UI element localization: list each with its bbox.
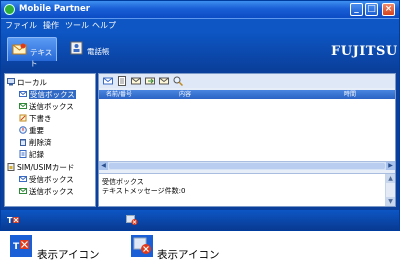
message-preview: 受信ボックス テキストメッセージ件数:0 ▲ ▼ <box>99 173 395 206</box>
tree-log[interactable]: 記録 <box>19 149 44 160</box>
important-icon <box>19 126 27 134</box>
scroll-up-icon[interactable]: ▲ <box>386 174 395 183</box>
search-icon[interactable] <box>173 76 183 86</box>
legend-label-2: 表示アイコン <box>157 249 220 261</box>
app-icon <box>4 4 15 15</box>
tree-drafts-label: 下書き <box>29 114 52 123</box>
menu-bar: ファイル 操作 ツール ヘルプ <box>1 18 399 32</box>
new-message-icon[interactable] <box>103 76 113 86</box>
vertical-scrollbar[interactable]: ▲ ▼ <box>385 174 395 206</box>
new-document-icon[interactable] <box>117 76 127 86</box>
drafts-icon <box>19 114 27 122</box>
maximize-button[interactable]: □ <box>365 3 378 16</box>
computer-icon <box>7 78 15 86</box>
trash-icon <box>20 139 26 146</box>
menu-operation[interactable]: 操作 <box>43 20 59 31</box>
tree-drafts[interactable]: 下書き <box>19 113 52 124</box>
tree-local[interactable]: ローカル <box>7 77 47 88</box>
legend-display-icon-2 <box>131 235 153 257</box>
tree-sim[interactable]: SIM/USIMカード <box>7 162 74 173</box>
tree-sim-outbox-label: 送信ボックス <box>29 187 74 196</box>
column-name-number[interactable]: 名前/番号 <box>106 90 132 99</box>
tab-phonebook-label: 電話帳 <box>87 47 110 56</box>
tab-text-label: テキスト <box>30 48 53 68</box>
tab-text[interactable]: テキスト <box>7 37 57 68</box>
menu-tools[interactable]: ツール <box>65 20 89 31</box>
tree-local-label: ローカル <box>17 78 47 87</box>
tree-important[interactable]: 重要 <box>19 125 44 136</box>
svg-text:T: T <box>13 242 20 252</box>
sim-outbox-icon <box>19 188 27 194</box>
main-area: ローカル 受信ボックス 送信ボックス 下書き 重要 削除済 記録 SIM/USI… <box>1 70 399 210</box>
save-icon[interactable] <box>159 76 169 86</box>
tree-deleted[interactable]: 削除済 <box>19 137 52 148</box>
tree-local-outbox[interactable]: 送信ボックス <box>19 101 74 112</box>
legend-display-icon-1: T <box>10 235 32 257</box>
menu-file[interactable]: ファイル <box>5 20 37 31</box>
log-icon <box>19 150 27 158</box>
display-icon-1[interactable]: T <box>7 215 19 225</box>
reply-icon[interactable] <box>131 76 141 86</box>
tree-log-label: 記録 <box>29 150 44 159</box>
svg-text:T: T <box>7 216 13 225</box>
tree-sim-inbox-label: 受信ボックス <box>29 175 74 184</box>
envelope-icon <box>12 43 27 55</box>
sim-inbox-icon <box>19 176 27 182</box>
horizontal-scrollbar[interactable]: ◀ ▶ <box>99 161 395 170</box>
close-button[interactable]: × <box>382 3 395 16</box>
phonebook-icon <box>70 41 83 55</box>
forward-icon[interactable] <box>145 76 155 86</box>
tree-important-label: 重要 <box>29 126 44 135</box>
main-window: Mobile Partner _ □ × ファイル 操作 ツール ヘルプ テキス… <box>0 0 400 231</box>
minimize-button[interactable]: _ <box>350 3 363 16</box>
scroll-left-icon[interactable]: ◀ <box>99 162 108 170</box>
tree-local-inbox-label: 受信ボックス <box>29 90 76 99</box>
status-bar: T <box>1 210 399 230</box>
outbox-icon <box>19 103 27 109</box>
sim-card-icon <box>7 163 15 171</box>
legend-label-1: 表示アイコン <box>37 249 100 261</box>
tree-deleted-label: 削除済 <box>29 138 52 147</box>
column-content[interactable]: 内容 <box>179 90 191 99</box>
scroll-down-icon[interactable]: ▼ <box>386 197 395 206</box>
preview-message-count: テキストメッセージ件数:0 <box>102 187 186 195</box>
message-pane: 名前/番号 内容 時間 ◀ ▶ 受信ボックス テキストメッセージ件数:0 ▲ ▼ <box>98 73 396 207</box>
tab-row: テキスト 電話帳 FUJITSU <box>1 32 399 70</box>
window-title: Mobile Partner <box>19 4 90 14</box>
tree-sim-label: SIM/USIMカード <box>17 163 75 172</box>
display-icon-2[interactable] <box>126 215 138 225</box>
tree-local-inbox[interactable]: 受信ボックス <box>19 89 76 100</box>
folder-tree: ローカル 受信ボックス 送信ボックス 下書き 重要 削除済 記録 SIM/USI… <box>4 73 96 207</box>
title-bar[interactable]: Mobile Partner _ □ × <box>1 1 399 18</box>
tree-sim-outbox[interactable]: 送信ボックス <box>19 186 74 197</box>
column-time[interactable]: 時間 <box>344 90 356 99</box>
inbox-icon <box>19 91 27 97</box>
tree-sim-inbox[interactable]: 受信ボックス <box>19 174 74 185</box>
menu-help[interactable]: ヘルプ <box>92 20 116 31</box>
message-list-header: 名前/番号 内容 時間 <box>99 90 395 99</box>
scroll-right-icon[interactable]: ▶ <box>386 162 395 170</box>
message-toolbar <box>99 74 395 88</box>
tab-phonebook[interactable]: 電話帳 <box>65 37 115 61</box>
message-list[interactable] <box>99 99 395 161</box>
scroll-thumb[interactable] <box>109 163 385 169</box>
tree-local-outbox-label: 送信ボックス <box>29 102 74 111</box>
brand-logo: FUJITSU <box>331 44 398 59</box>
